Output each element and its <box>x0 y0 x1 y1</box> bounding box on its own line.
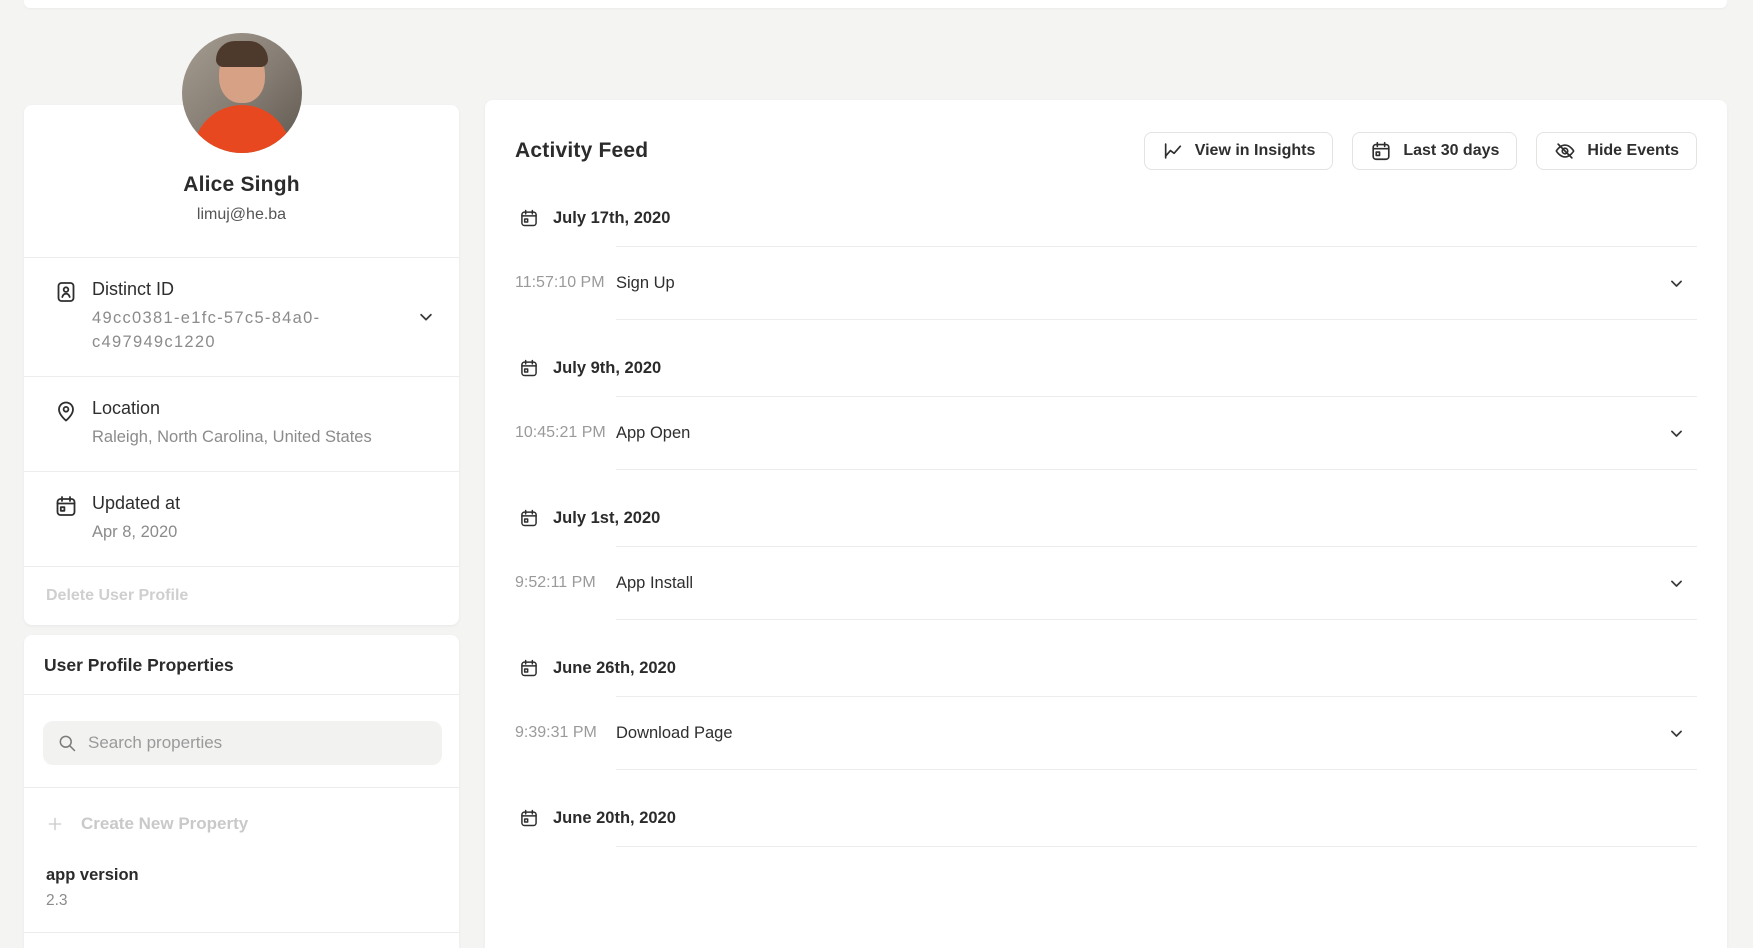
feed-date-label: June 20th, 2020 <box>553 809 676 828</box>
button-label: Hide Events <box>1587 142 1679 160</box>
feed-date-group: July 1st, 2020 9:52:11 PM App Install <box>515 470 1697 620</box>
line-chart-icon <box>1162 140 1184 162</box>
profile-field-row: Location Raleigh, North Carolina, United… <box>24 376 459 471</box>
event-name: App Install <box>616 574 693 593</box>
feed-event-row[interactable]: 11:57:10 PM Sign Up <box>616 247 1697 320</box>
field-label: Location <box>92 398 372 419</box>
user-profile-properties-card: User Profile Properties Create New Prope… <box>24 635 459 948</box>
field-label: Distinct ID <box>92 279 327 300</box>
event-name: App Open <box>616 424 690 443</box>
create-new-property-button[interactable]: Create New Property <box>24 788 459 842</box>
feed-date-label: June 26th, 2020 <box>553 659 676 678</box>
field-label: Updated at <box>92 493 180 514</box>
feed-date-label: July 1st, 2020 <box>553 509 660 528</box>
feed-date-group: July 17th, 2020 11:57:10 PM Sign Up <box>515 170 1697 320</box>
feed-date-row: July 17th, 2020 <box>519 170 1697 246</box>
feed-actions: View in Insights Last 30 days Hide Event… <box>1144 132 1697 170</box>
feed-date-label: July 17th, 2020 <box>553 209 670 228</box>
search-properties-box[interactable] <box>43 721 442 765</box>
event-name: Sign Up <box>616 274 675 293</box>
page: Alice Singh limuj@he.ba Distinct ID 49cc… <box>0 0 1753 948</box>
profile-fields: Distinct ID 49cc0381-e1fc-57c5-84a0-c497… <box>24 257 459 566</box>
delete-user-profile-button[interactable]: Delete User Profile <box>24 566 459 625</box>
id-badge-icon <box>54 280 78 304</box>
event-time: 11:57:10 PM <box>515 274 616 292</box>
calendar-icon <box>54 494 78 518</box>
feed-date-group: July 9th, 2020 10:45:21 PM App Open <box>515 320 1697 470</box>
feed-events: 9:39:31 PM Download Page <box>616 696 1697 770</box>
calendar-icon <box>519 358 539 378</box>
calendar-icon <box>519 208 539 228</box>
activity-feed-header: Activity Feed View in Insights Last 30 d… <box>485 100 1727 170</box>
event-time: 9:39:31 PM <box>515 724 616 742</box>
activity-feed-card: Activity Feed View in Insights Last 30 d… <box>485 100 1727 948</box>
feed-event-row[interactable]: 9:52:11 PM App Install <box>616 547 1697 620</box>
profile-name: Alice Singh <box>24 173 459 197</box>
calendar-icon <box>519 658 539 678</box>
profile-field-row: Updated at Apr 8, 2020 <box>24 471 459 566</box>
hide-events-button[interactable]: Hide Events <box>1536 132 1697 170</box>
feed-body: July 17th, 2020 11:57:10 PM Sign Up July… <box>485 170 1727 847</box>
feed-event-row[interactable]: 10:45:21 PM App Open <box>616 397 1697 470</box>
property-name: app version <box>46 866 459 885</box>
avatar-sweater <box>193 105 291 153</box>
chevron-down-icon[interactable] <box>1668 725 1685 742</box>
property-value: 2.3 <box>46 892 459 910</box>
calendar-icon <box>519 508 539 528</box>
profile-email: limuj@he.ba <box>24 206 459 224</box>
feed-date-group: June 26th, 2020 9:39:31 PM Download Page <box>515 620 1697 770</box>
feed-events: 11:57:10 PM Sign Up <box>616 246 1697 320</box>
feed-date-group: June 20th, 2020 <box>515 770 1697 847</box>
button-label: Last 30 days <box>1403 142 1499 160</box>
avatar <box>182 33 302 153</box>
feed-events: 10:45:21 PM App Open <box>616 396 1697 470</box>
activity-feed-title: Activity Feed <box>515 139 648 163</box>
avatar-hair <box>216 41 268 67</box>
feed-date-row: July 9th, 2020 <box>519 320 1697 396</box>
feed-date-label: July 9th, 2020 <box>553 359 661 378</box>
properties-search-section <box>24 695 459 788</box>
feed-events <box>616 846 1697 847</box>
profile-sidebar: Alice Singh limuj@he.ba Distinct ID 49cc… <box>24 0 459 948</box>
event-name: Download Page <box>616 724 733 743</box>
feed-event-row[interactable]: 9:39:31 PM Download Page <box>616 697 1697 770</box>
profile-card: Alice Singh limuj@he.ba Distinct ID 49cc… <box>24 105 459 625</box>
eye-off-icon <box>1554 140 1576 162</box>
properties-list: app version 2.3 <box>24 842 459 933</box>
view-in-insights-button[interactable]: View in Insights <box>1144 132 1334 170</box>
plus-icon <box>46 815 64 833</box>
search-properties-input[interactable] <box>88 733 428 753</box>
calendar-icon <box>519 808 539 828</box>
chevron-down-icon[interactable] <box>1668 425 1685 442</box>
button-label: View in Insights <box>1195 142 1316 160</box>
event-time: 9:52:11 PM <box>515 574 616 592</box>
feed-events: 9:52:11 PM App Install <box>616 546 1697 620</box>
calendar-icon <box>1370 140 1392 162</box>
last-30-days-button[interactable]: Last 30 days <box>1352 132 1517 170</box>
chevron-down-icon[interactable] <box>1668 575 1685 592</box>
feed-date-row: June 26th, 2020 <box>519 620 1697 696</box>
property-item: app version 2.3 <box>24 842 459 933</box>
profile-field-row: Distinct ID 49cc0381-e1fc-57c5-84a0-c497… <box>24 257 459 376</box>
event-time: 10:45:21 PM <box>515 424 616 442</box>
feed-date-row: July 1st, 2020 <box>519 470 1697 546</box>
field-value: Raleigh, North Carolina, United States <box>92 426 372 450</box>
field-value: Apr 8, 2020 <box>92 521 180 545</box>
create-new-property-label: Create New Property <box>81 814 248 834</box>
feed-date-row: June 20th, 2020 <box>519 770 1697 846</box>
location-pin-icon <box>54 399 78 423</box>
chevron-down-icon[interactable] <box>1668 275 1685 292</box>
properties-title: User Profile Properties <box>24 635 459 695</box>
field-value: 49cc0381-e1fc-57c5-84a0-c497949c1220 <box>92 307 327 355</box>
search-icon <box>57 733 77 753</box>
chevron-down-icon[interactable] <box>417 308 435 326</box>
